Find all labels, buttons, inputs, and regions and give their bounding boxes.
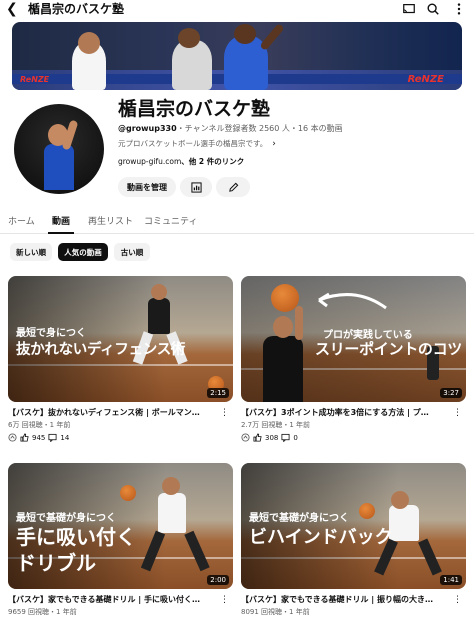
tab-videos[interactable]: 動画 (52, 214, 70, 227)
video-meta: 6万 回視聴・1 年前 (8, 421, 71, 429)
video-duration: 2:00 (207, 575, 229, 585)
channel-avatar[interactable] (14, 104, 104, 194)
more-vert-icon[interactable]: ⋮ (453, 408, 462, 418)
topbar-title: 楯昌宗のバスケ塾 (28, 2, 125, 16)
player-figure (158, 493, 186, 533)
chip-oldest[interactable]: 古い順 (114, 243, 150, 261)
arrow-icon (318, 292, 387, 310)
more-vert-icon[interactable]: ⋮ (220, 595, 229, 605)
chip-popular[interactable]: 人気の動画 (58, 243, 108, 261)
comment-count: 0 (293, 433, 298, 442)
cast-icon[interactable] (402, 2, 416, 16)
video-thumbnail[interactable]: 最短で基礎が身につく 手に吸い付く ドリブル 2:00 (8, 463, 233, 589)
chip-newest[interactable]: 新しい順 (10, 243, 52, 261)
video-thumbnail[interactable]: 最短で基礎が身につく ビハインドバック 1:41 (241, 463, 466, 589)
analytics-icon (190, 181, 202, 193)
active-tab-indicator (48, 232, 74, 234)
like-icon (253, 433, 262, 442)
channel-stats: ・チャンネル登録者数 2560 人・16 本の動画 (176, 124, 343, 133)
tab-community[interactable]: コミュニティ (144, 214, 197, 227)
banner-player-3-head (234, 24, 256, 44)
channel-handle: @growup330 (118, 124, 177, 133)
player-head (273, 316, 293, 338)
video-title[interactable]: 【バスケ】家でもできる基礎ドリル | 手に吸い付く… (8, 594, 218, 605)
like-count: 945 (32, 433, 46, 442)
thumbnail-caption-top: 最短で身につく (16, 328, 86, 339)
more-vert-icon[interactable]: ⋮ (220, 408, 229, 418)
channel-meta: @growup330・チャンネル登録者数 2560 人・16 本の動画 (118, 123, 343, 134)
basketball (359, 503, 375, 519)
more-vert-icon[interactable]: ⋮ (453, 595, 462, 605)
video-card[interactable]: 最短で基礎が身につく 手に吸い付く ドリブル 2:00 【バスケ】家でもできる基… (8, 463, 233, 617)
player-head (151, 284, 167, 300)
tab-playlists[interactable]: 再生リスト (88, 214, 133, 227)
video-meta: 2.7万 回視聴・1 年前 (241, 421, 311, 429)
channel-link-url: growup-gifu.com (118, 157, 182, 166)
avatar-jersey (44, 144, 74, 190)
video-thumbnail[interactable]: 最短で身につく 抜かれないディフェンス術 2:15 (8, 276, 233, 402)
channel-links[interactable]: growup-gifu.com、他 2 件のリンク (118, 156, 244, 167)
video-duration: 1:41 (440, 575, 462, 585)
analytics-circle-icon (241, 433, 250, 442)
video-card[interactable]: 最短で基礎が身につく ビハインドバック 1:41 【バスケ】家でもできる基礎ドリ… (241, 463, 466, 617)
like-count: 308 (265, 433, 279, 442)
player-figure (263, 336, 303, 402)
channel-description[interactable]: 元プロバスケットボール選手の楯昌宗です。 › (118, 138, 276, 149)
analytics-circle-icon (8, 433, 17, 442)
channel-link-more: 、他 2 件のリンク (181, 157, 245, 166)
back-arrow-icon[interactable]: ❮ (6, 0, 22, 18)
chevron-right-icon: › (272, 138, 276, 149)
video-meta: 8091 回視聴・1 年前 (241, 608, 310, 616)
comment-icon (281, 433, 290, 442)
comment-icon (48, 433, 57, 442)
player-figure (148, 298, 170, 334)
channel-tabs: ホーム 動画 再生リスト コミュニティ (0, 206, 474, 234)
tab-home[interactable]: ホーム (8, 214, 35, 227)
thumbnail-caption-sub: ドリブル (16, 551, 96, 575)
channel-name: 楯昌宗のバスケ塾 (118, 98, 271, 120)
more-vert-icon[interactable] (452, 2, 466, 16)
channel-description-text: 元プロバスケットボール選手の楯昌宗です。 (118, 139, 268, 148)
video-title[interactable]: 【バスケ】3ポイント成功率を3倍にする方法 | プ… (241, 407, 451, 418)
pencil-icon (228, 182, 238, 192)
analytics-button[interactable] (180, 177, 212, 197)
banner-ad-left: ReNZE (20, 75, 50, 84)
banner-player-3-arm (259, 22, 285, 52)
video-thumbnail[interactable]: プロが実践している スリーポイントのコツ 3:27 (241, 276, 466, 402)
video-card[interactable]: 最短で身につく 抜かれないディフェンス術 2:15 【バスケ】抜かれないディフェ… (8, 276, 233, 442)
edit-channel-button[interactable] (216, 177, 250, 197)
player-head (162, 477, 180, 495)
like-icon (20, 433, 29, 442)
search-icon[interactable] (426, 2, 440, 16)
player-arm (295, 306, 303, 340)
video-duration: 3:27 (440, 388, 462, 398)
video-title[interactable]: 【バスケ】家でもできる基礎ドリル | 振り幅の大き… (241, 594, 451, 605)
player-leg (184, 530, 210, 572)
basketball (120, 485, 136, 501)
banner-player-1-head (78, 32, 100, 54)
video-stats: 308 0 (241, 433, 466, 442)
comment-count: 14 (60, 433, 70, 442)
banner-ad-right: ReNZE (407, 74, 444, 85)
video-duration: 2:15 (207, 388, 229, 398)
thumbnail-caption-main: 抜かれないディフェンス術 (16, 342, 186, 358)
thumbnail-caption-main: ビハインドバック (249, 527, 393, 548)
player-figure (389, 505, 419, 541)
banner-player-2-head (178, 28, 200, 48)
video-title[interactable]: 【バスケ】抜かれないディフェンス術 | ボールマン… (8, 407, 218, 418)
thumbnail-caption-main: 手に吸い付く (16, 525, 136, 549)
video-meta: 9659 回視聴・1 年前 (8, 608, 77, 616)
thumbnail-caption-main: スリーポイントのコツ (315, 340, 463, 358)
channel-banner: ReNZE ReNZE (12, 22, 462, 90)
manage-videos-button[interactable]: 動画を管理 (118, 177, 176, 197)
top-bar: ❮ 楯昌宗のバスケ塾 (0, 0, 474, 18)
thumbnail-caption-top: 最短で基礎が身につく (249, 513, 349, 524)
video-stats: 945 14 (8, 433, 233, 442)
video-card[interactable]: プロが実践している スリーポイントのコツ 3:27 【バスケ】3ポイント成功率を… (241, 276, 466, 442)
player-head (391, 491, 409, 509)
